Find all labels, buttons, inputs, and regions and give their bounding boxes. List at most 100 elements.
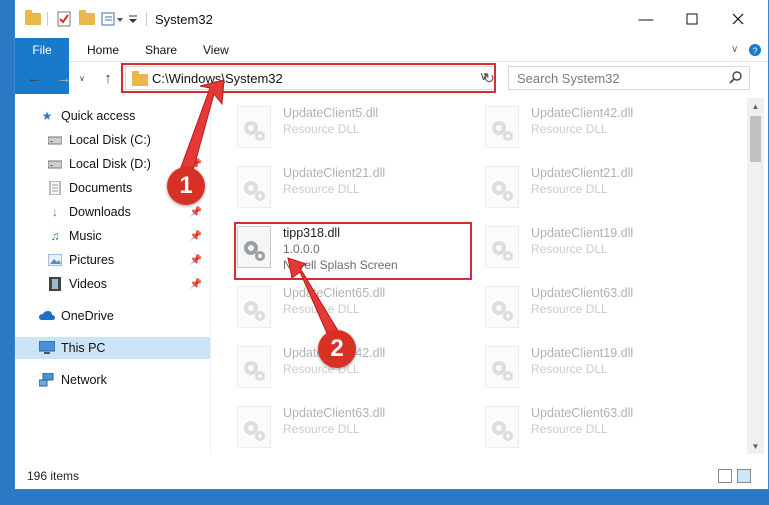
file-description: Resource DLL <box>531 242 608 256</box>
close-button[interactable] <box>715 0 761 38</box>
dll-file-icon <box>485 226 519 268</box>
quick-access-customize-icon[interactable] <box>101 10 125 28</box>
title-bar: System32 — <box>15 0 768 38</box>
back-button[interactable]: ← <box>23 68 45 88</box>
vertical-scrollbar[interactable]: ▲ ▼ <box>747 98 764 454</box>
sidebar-item-label: Local Disk (D:) <box>69 157 151 171</box>
sidebar-item-label: Local Disk (C:) <box>69 133 151 147</box>
pane-divider[interactable] <box>210 98 211 453</box>
dll-file-icon <box>485 166 519 208</box>
ribbon-expand-icon[interactable]: ∨ <box>731 38 738 62</box>
sidebar-item-pictures[interactable]: Pictures 📌 <box>15 249 210 271</box>
computer-icon <box>39 341 55 355</box>
sidebar-item-label: Quick access <box>61 109 136 123</box>
file-name: UpdateClient63.dll <box>283 406 386 420</box>
sidebar-item-label: Network <box>61 373 107 387</box>
dll-file-icon <box>485 346 519 388</box>
file-description: Resource DLL <box>283 122 360 136</box>
tab-home[interactable]: Home <box>87 38 119 62</box>
dll-file-icon <box>237 166 271 208</box>
recent-locations-icon[interactable]: ∨ <box>75 68 89 88</box>
step-1-badge: 1 <box>167 167 205 205</box>
sidebar-item-label: Pictures <box>69 253 115 267</box>
dll-file-icon <box>237 106 271 148</box>
sidebar-item-label: Downloads <box>69 205 131 219</box>
file-item[interactable]: UpdateClient65.dll Resource DLL <box>237 284 477 340</box>
network-icon <box>39 373 55 387</box>
file-name: UpdateClient63.dll <box>531 406 634 420</box>
pin-icon[interactable]: 📌 <box>190 231 202 242</box>
window-title: System32 <box>155 12 213 27</box>
new-folder-icon[interactable] <box>79 10 95 28</box>
pin-icon[interactable]: 📌 <box>190 279 202 290</box>
file-name: UpdateClient5.dll <box>283 106 379 120</box>
scroll-thumb[interactable] <box>750 116 761 162</box>
explorer-window: System32 — File Home Share View ∨ ? ← → … <box>14 0 769 490</box>
drive-icon <box>47 157 63 171</box>
file-item[interactable]: UpdateClient63.dll Resource DLL <box>237 404 477 460</box>
file-name: UpdateClient63.dll <box>531 286 634 300</box>
scroll-down-arrow-icon[interactable]: ▼ <box>747 438 764 454</box>
sidebar-item-network[interactable]: Network <box>15 369 210 391</box>
file-name: UpdateClient21.dll <box>283 166 386 180</box>
tab-view[interactable]: View <box>203 38 229 62</box>
tab-share[interactable]: Share <box>145 38 177 62</box>
sidebar-item-label: Videos <box>69 277 107 291</box>
details-view-icon[interactable] <box>718 469 732 483</box>
file-item[interactable]: UpdateClient63.dll Resource DLL <box>485 284 725 340</box>
star-icon: ★ <box>41 109 53 123</box>
search-input[interactable]: Search System32 <box>508 66 750 90</box>
navigation-pane: ★ Quick access Local Disk (C:) 📌 Local D… <box>15 98 210 458</box>
video-icon <box>47 277 63 291</box>
file-item[interactable]: UpdateClient21.dll Resource DLL <box>485 164 725 220</box>
sidebar-item-videos[interactable]: Videos 📌 <box>15 273 210 295</box>
maximize-button[interactable] <box>669 0 715 38</box>
file-description: Resource DLL <box>283 302 360 316</box>
pin-icon[interactable]: 📌 <box>190 135 202 146</box>
refresh-highlight-box <box>476 63 496 93</box>
file-name: UpdateClient19.dll <box>531 346 634 360</box>
file-item[interactable]: UpdateClient21.dll Resource DLL <box>237 164 477 220</box>
properties-icon[interactable] <box>57 10 71 28</box>
file-description: Resource DLL <box>531 362 608 376</box>
folder-icon[interactable] <box>25 10 41 28</box>
sidebar-item-music[interactable]: ♫ Music 📌 <box>15 225 210 247</box>
sidebar-item-label: Music <box>69 229 102 243</box>
file-name: UpdateClient19.dll <box>531 226 634 240</box>
dll-file-icon <box>485 286 519 328</box>
search-icon[interactable] <box>729 70 743 87</box>
separator <box>47 12 48 26</box>
file-item[interactable]: UpdateClient42.dll Resource DLL <box>485 104 725 160</box>
sidebar-item-label: OneDrive <box>61 309 114 323</box>
file-item[interactable]: UpdateClient42.dll Resource DLL <box>237 344 477 400</box>
file-description: Resource DLL <box>531 422 608 436</box>
music-icon: ♫ <box>50 229 60 243</box>
step-2-badge: 2 <box>318 330 356 368</box>
large-icons-view-icon[interactable] <box>737 469 751 483</box>
chevron-down-icon[interactable] <box>128 10 138 28</box>
sidebar-item-quick-access[interactable]: ★ Quick access <box>15 105 210 127</box>
document-icon <box>47 181 63 195</box>
scroll-up-arrow-icon[interactable]: ▲ <box>747 98 764 114</box>
minimize-button[interactable]: — <box>623 0 669 38</box>
pin-icon[interactable]: 📌 <box>190 207 202 218</box>
status-bar: 196 items <box>15 466 768 488</box>
forward-button[interactable]: → <box>53 68 75 88</box>
ribbon: File Home Share View ∨ ? <box>15 38 768 94</box>
sidebar-item-local-disk-c[interactable]: Local Disk (C:) 📌 <box>15 129 210 151</box>
help-icon[interactable]: ? <box>748 38 762 62</box>
pin-icon[interactable]: 📌 <box>190 255 202 266</box>
svg-text:?: ? <box>752 46 757 56</box>
file-item[interactable]: UpdateClient63.dll Resource DLL <box>485 404 725 460</box>
sidebar-item-this-pc[interactable]: This PC <box>15 337 210 359</box>
file-description: Resource DLL <box>531 182 608 196</box>
file-item[interactable]: UpdateClient19.dll Resource DLL <box>485 224 725 280</box>
dll-file-icon <box>485 406 519 448</box>
up-button[interactable]: ↑ <box>97 68 119 88</box>
file-item[interactable]: UpdateClient19.dll Resource DLL <box>485 344 725 400</box>
item-count: 196 items <box>27 469 80 483</box>
file-item[interactable]: UpdateClient5.dll Resource DLL <box>237 104 477 160</box>
address-highlight-box <box>121 63 496 93</box>
sidebar-item-label: This PC <box>61 341 106 355</box>
sidebar-item-onedrive[interactable]: OneDrive <box>15 305 210 327</box>
